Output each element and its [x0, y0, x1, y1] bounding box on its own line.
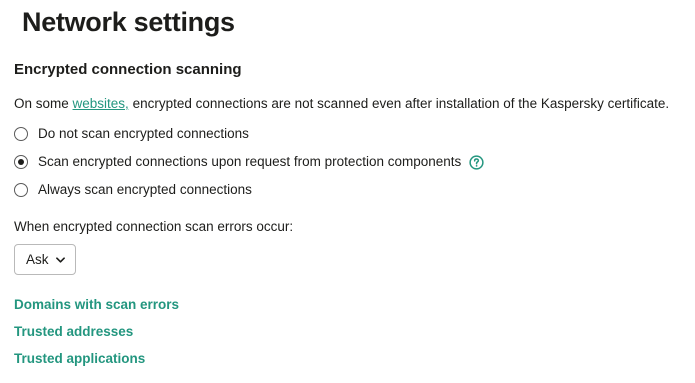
- radio-always-scan[interactable]: Always scan encrypted connections: [14, 181, 252, 199]
- websites-link[interactable]: websites,: [73, 96, 129, 111]
- radio-button[interactable]: [14, 127, 28, 141]
- radio-label: Always scan encrypted connections: [38, 182, 252, 197]
- scan-errors-label: When encrypted connection scan errors oc…: [14, 219, 294, 234]
- radio-button-selected[interactable]: [14, 155, 28, 169]
- radio-do-not-scan[interactable]: Do not scan encrypted connections: [14, 125, 249, 143]
- radio-label: Scan encrypted connections upon request …: [38, 154, 462, 169]
- trusted-applications-link[interactable]: Trusted applications: [14, 350, 145, 368]
- page-title: Network settings: [22, 7, 235, 37]
- radio-scan-upon-request[interactable]: Scan encrypted connections upon request …: [14, 153, 484, 171]
- info-suffix: encrypted connections are not scanned ev…: [128, 96, 670, 111]
- dropdown-value: Ask: [26, 252, 49, 267]
- section-title: Encrypted connection scanning: [14, 61, 242, 78]
- trusted-addresses-link[interactable]: Trusted addresses: [14, 323, 133, 341]
- question-circle-icon[interactable]: [469, 154, 484, 170]
- info-prefix: On some: [14, 96, 73, 111]
- radio-button[interactable]: [14, 183, 28, 197]
- scan-errors-dropdown[interactable]: Ask: [14, 244, 76, 275]
- radio-label: Do not scan encrypted connections: [38, 126, 249, 141]
- domains-with-scan-errors-link[interactable]: Domains with scan errors: [14, 296, 179, 314]
- chevron-down-icon: [55, 256, 65, 263]
- info-text: On some websites, encrypted connections …: [14, 95, 669, 113]
